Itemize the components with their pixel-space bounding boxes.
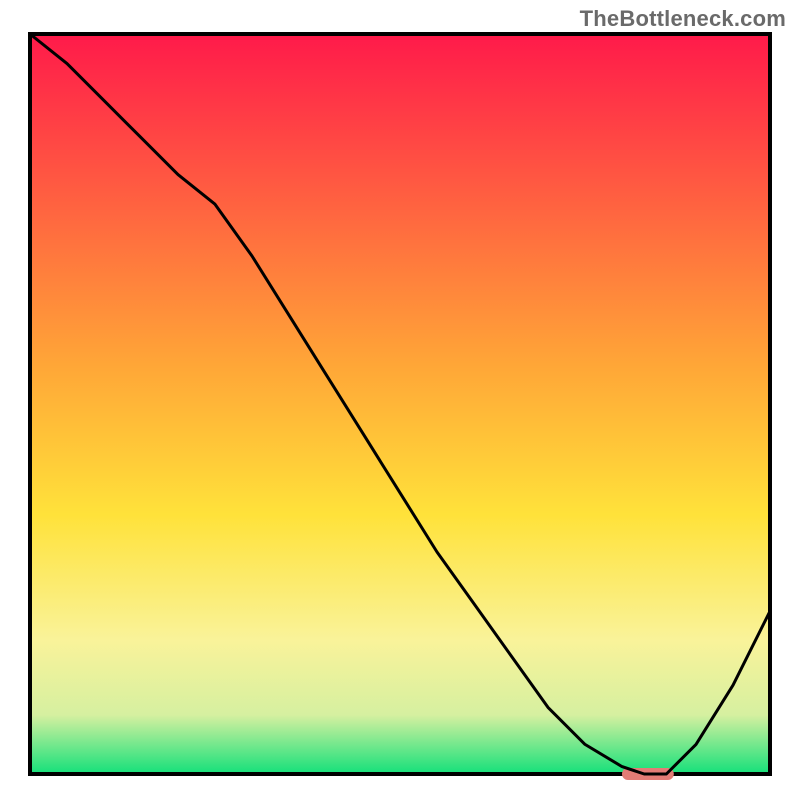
bottleneck-chart (0, 0, 800, 800)
attribution-label: TheBottleneck.com (580, 6, 786, 32)
chart-container: TheBottleneck.com (0, 0, 800, 800)
plot-background (30, 34, 770, 774)
